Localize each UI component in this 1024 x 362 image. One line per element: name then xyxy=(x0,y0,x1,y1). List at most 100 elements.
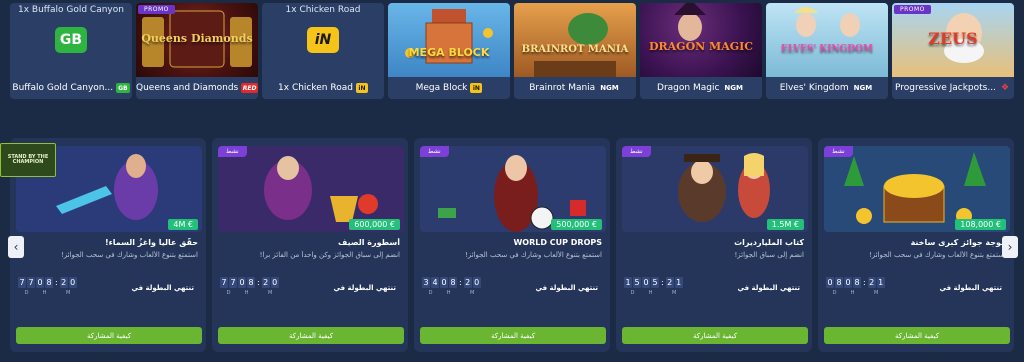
game-name: Mega Block xyxy=(415,83,468,93)
prize-pool-badge: 500,000 € xyxy=(551,219,602,230)
game-name: Progressive Jackpots... xyxy=(894,83,996,93)
active-status-badge: نشط xyxy=(824,146,853,157)
tournament-description: استمتع بتنوع الألعاب وشارك في سحب الجوائ… xyxy=(464,251,602,259)
tournament-banner[interactable]: نشط 600,000 € xyxy=(218,146,404,232)
timer-minutes: 20 M xyxy=(261,277,279,296)
timer-digit: 8 xyxy=(449,277,457,288)
tournament-banner[interactable]: نشط 1.5M € xyxy=(622,146,808,232)
carousel-next-button[interactable]: › xyxy=(1002,236,1018,258)
game-caption: Mega Block iN xyxy=(388,77,510,99)
game-tile-mega-block[interactable]: MEGA BLOCK Mega Block iN xyxy=(388,3,510,99)
timer-hours: 05 H xyxy=(642,277,659,296)
prize-pool-badge: 108,000 € xyxy=(955,219,1006,230)
timer-digit: 2 xyxy=(261,277,270,288)
how-to-participate-button[interactable]: كيفية المشاركة xyxy=(16,327,202,344)
timer-hours: 08 H xyxy=(36,277,53,296)
timer-digit: 8 xyxy=(45,277,53,288)
game-tile-buffalo-gold-canyon[interactable]: 1x Buffalo Gold Canyon GB Buffalo Gold C… xyxy=(10,3,132,99)
tournament-title: أسطورة الصيف xyxy=(338,238,400,247)
game-art-title: Queens Diamonds xyxy=(141,32,253,45)
carousel-prev-button[interactable]: ‹ xyxy=(8,236,24,258)
timer-hours: 08 H xyxy=(440,277,457,296)
timer-digit: 7 xyxy=(18,277,26,288)
active-status-badge: نشط xyxy=(218,146,247,157)
countdown-timer: 34 D 08 H : 20 M xyxy=(422,277,481,296)
timer-unit-label: H xyxy=(648,290,653,296)
game-tile-elves-kingdom[interactable]: ELVES' KINGDOM Elves' Kingdom NGM xyxy=(766,3,888,99)
tournament-ends-label: تنتهي البطولة في xyxy=(939,284,1002,292)
timer-unit-label: D xyxy=(24,290,29,296)
elves-art xyxy=(794,7,860,37)
timer-unit-label: M xyxy=(268,290,273,296)
timer-unit-label: H xyxy=(42,290,47,296)
timer-digit: 5 xyxy=(651,277,659,288)
timer-digit: 8 xyxy=(853,277,861,288)
tournament-card-billionaires-book[interactable]: نشط 1.5M € كتاب المليارديرات انضم إلى سب… xyxy=(616,138,812,352)
timer-minutes: 20 M xyxy=(463,277,481,296)
game-tile-brainrot-mania[interactable]: BRAINROT MANIA Brainrot Mania NGM xyxy=(514,3,636,99)
game-top-label: 1x Buffalo Gold Canyon xyxy=(18,5,124,15)
timer-digit: 0 xyxy=(270,277,279,288)
timer-digit: 3 xyxy=(422,277,430,288)
provider-badge-icon: iN xyxy=(355,83,368,93)
game-name: 1x Chicken Road xyxy=(278,83,353,93)
game-tile-progressive-jackpots[interactable]: ZEUS PROMO Progressive Jackpots... ❖ xyxy=(892,3,1014,99)
provider-badge-icon: NGM xyxy=(724,84,743,92)
game-thumbnail xyxy=(514,3,636,77)
tournament-banner[interactable]: نشط 108,000 € xyxy=(824,146,1010,232)
tournament-card-world-cup-drops[interactable]: نشط 500,000 € WORLD CUP DROPS استمتع بتن… xyxy=(414,138,610,352)
in-provider-logo-icon: iN xyxy=(307,27,339,53)
countdown-timer: 08 D 08 H : 21 M xyxy=(826,277,885,296)
timer-digit: 2 xyxy=(59,277,68,288)
timer-digit: 0 xyxy=(238,277,246,288)
timer-digit: 1 xyxy=(674,277,683,288)
tournament-card-summer-legend[interactable]: نشط 600,000 € أسطورة الصيف انضم إلى سباق… xyxy=(212,138,408,352)
game-caption: Brainrot Mania NGM xyxy=(514,77,636,99)
game-tile-dragon-magic[interactable]: DRAGON MAGIC Dragon Magic NGM xyxy=(640,3,762,99)
game-caption: Buffalo Gold Canyon... GB xyxy=(10,77,132,99)
provider-badge-icon: NGM xyxy=(853,84,873,92)
game-thumbnail xyxy=(388,3,510,77)
provider-badge-icon: RED xyxy=(241,83,258,93)
timer-digit: 0 xyxy=(68,277,77,288)
timer-digit: 2 xyxy=(463,277,472,288)
game-art-title: DRAGON MAGIC xyxy=(648,40,754,53)
tournament-description: انضم إلى سباق الجوائز وكن واحداً من الفا… xyxy=(259,251,400,259)
countdown-timer: 15 D 05 H : 21 M xyxy=(624,277,683,296)
stand-by-the-champion-badge[interactable]: STAND BY THE CHAMPION xyxy=(0,143,56,177)
tournament-ends-label: تنتهي البطولة في xyxy=(535,284,598,292)
timer-separator: : xyxy=(55,278,58,287)
game-caption: Dragon Magic NGM xyxy=(640,77,762,99)
game-art-title: MEGA BLOCK xyxy=(408,46,490,59)
provider-badge-icon: ❖ xyxy=(1000,83,1010,93)
timer-days: 77 D xyxy=(18,277,35,296)
game-name: Brainrot Mania xyxy=(529,83,596,93)
tournament-banner[interactable]: نشط 500,000 € xyxy=(420,146,606,232)
timer-digit: 1 xyxy=(876,277,885,288)
timer-digit: 0 xyxy=(36,277,44,288)
timer-unit-label: H xyxy=(446,290,451,296)
timer-separator: : xyxy=(863,278,866,287)
gb-provider-logo-icon: GB xyxy=(55,27,87,53)
timer-days: 77 D xyxy=(220,277,237,296)
timer-separator: : xyxy=(257,278,260,287)
how-to-participate-button[interactable]: كيفية المشاركة xyxy=(218,327,404,344)
how-to-participate-button[interactable]: كيفية المشاركة xyxy=(420,327,606,344)
game-tile-queens-and-diamonds[interactable]: Queens Diamonds PROMO Queens and Diamond… xyxy=(136,3,258,99)
tournament-ends-label: تنتهي البطولة في xyxy=(737,284,800,292)
prize-pool-badge: 600,000 € xyxy=(349,219,400,230)
game-tile-chicken-road[interactable]: 1x Chicken Road iN 1x Chicken Road iN xyxy=(262,3,384,99)
timer-unit-label: M xyxy=(470,290,475,296)
timer-unit-label: D xyxy=(832,290,837,296)
how-to-participate-button[interactable]: كيفية المشاركة xyxy=(824,327,1010,344)
tournament-card-hot-prize-wave[interactable]: نشط 108,000 € موجة جوائز كبرى ساخنة استم… xyxy=(818,138,1014,352)
game-art-title: ELVES' KINGDOM xyxy=(781,44,873,54)
timer-unit-label: D xyxy=(630,290,635,296)
timer-unit-label: M xyxy=(66,290,71,296)
game-thumbnail xyxy=(766,3,888,77)
timer-digit: 7 xyxy=(229,277,237,288)
game-name: Dragon Magic xyxy=(657,83,720,93)
games-row: 1x Buffalo Gold Canyon GB Buffalo Gold C… xyxy=(10,3,1014,99)
how-to-participate-button[interactable]: كيفية المشاركة xyxy=(622,327,808,344)
timer-minutes: 21 M xyxy=(665,277,683,296)
